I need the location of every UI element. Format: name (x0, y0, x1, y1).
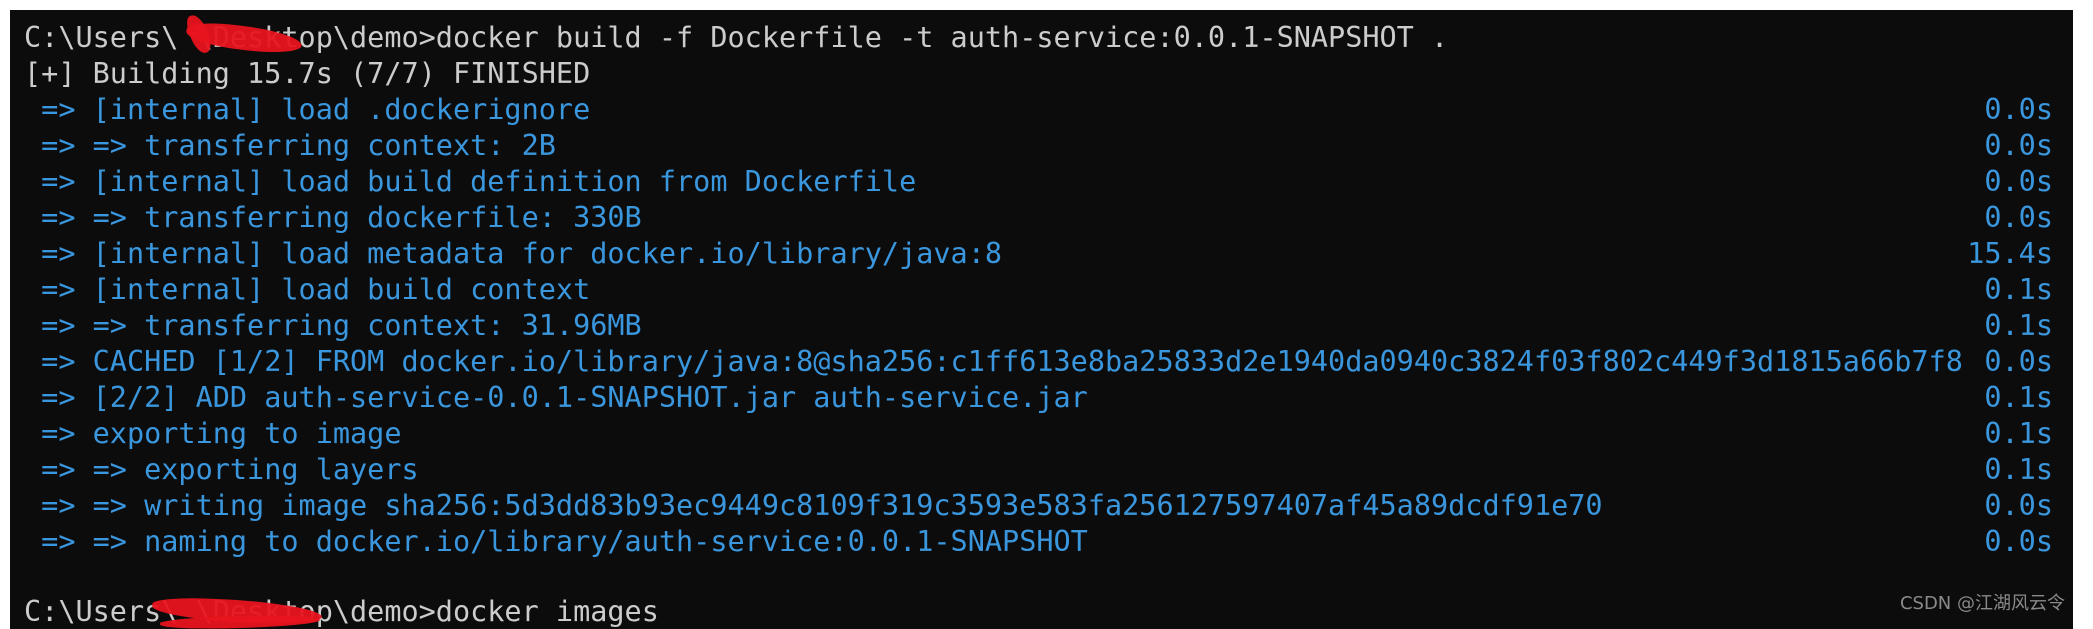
build-step: => => transferring dockerfile: 330B 0.0s (24, 200, 2053, 236)
build-step-time: 0.0s (1984, 201, 2053, 234)
build-step-time: 0.1s (1984, 381, 2053, 414)
build-step-time: 0.0s (1984, 93, 2053, 126)
build-step: => CACHED [1/2] FROM docker.io/library/j… (24, 344, 2053, 380)
build-step: => => writing image sha256:5d3dd83b93ec9… (24, 488, 2053, 524)
build-step-text: => => transferring context: 2B (24, 129, 556, 162)
build-step: => [internal] load build definition from… (24, 164, 2053, 200)
build-step-text: => [2/2] ADD auth-service-0.0.1-SNAPSHOT… (24, 381, 1088, 414)
build-step: => => transferring context: 2B 0.0s (24, 128, 2053, 164)
build-step: => exporting to image 0.1s (24, 416, 2053, 452)
build-step-time: 0.0s (1984, 345, 2053, 378)
build-step: => => exporting layers 0.1s (24, 452, 2053, 488)
build-step-time: 0.0s (1984, 129, 2053, 162)
build-step-time: 0.0s (1984, 165, 2053, 198)
watermark: CSDN @江湖风云令 (1899, 593, 2065, 614)
build-step-time: 15.4s (1967, 237, 2053, 270)
build-step-time: 0.0s (1984, 489, 2053, 522)
build-step-text: => => transferring dockerfile: 330B (24, 201, 642, 234)
build-step: => [internal] load build context 0.1s (24, 272, 2053, 308)
build-step-text: => => writing image sha256:5d3dd83b93ec9… (24, 489, 1603, 522)
build-step-text: => => transferring context: 31.96MB (24, 309, 642, 342)
build-step-time: 0.1s (1984, 273, 2053, 306)
command-line: C:\Users\ \Desktop\demo>docker build -f … (24, 21, 1449, 54)
build-step-text: => [internal] load build context (24, 273, 591, 306)
build-step-text: => => exporting layers (24, 453, 419, 486)
build-step-text: => CACHED [1/2] FROM docker.io/library/j… (24, 345, 1963, 378)
build-step-time: 0.1s (1984, 417, 2053, 450)
build-step-time: 0.0s (1984, 525, 2053, 558)
terminal-window[interactable]: C:\Users\ \Desktop\demo>docker build -f … (10, 10, 2073, 629)
build-step: => => transferring context: 31.96MB 0.1s (24, 308, 2053, 344)
build-step: => [internal] load .dockerignore 0.0s (24, 92, 2053, 128)
build-step-text: => => naming to docker.io/library/auth-s… (24, 525, 1088, 558)
window-edge (2073, 0, 2093, 629)
build-step-text: => exporting to image (24, 417, 402, 450)
build-step-text: => [internal] load metadata for docker.i… (24, 237, 1003, 270)
second-command-line: C:\Users\ \Desktop\demo>docker images (24, 595, 659, 628)
build-step-text: => [internal] load build definition from… (24, 165, 917, 198)
build-step-time: 0.1s (1984, 309, 2053, 342)
build-step-text: => [internal] load .dockerignore (24, 93, 591, 126)
build-step-time: 0.1s (1984, 453, 2053, 486)
build-step: => [internal] load metadata for docker.i… (24, 236, 2053, 272)
build-status-line: [+] Building 15.7s (7/7) FINISHED (24, 57, 591, 90)
build-step: => [2/2] ADD auth-service-0.0.1-SNAPSHOT… (24, 380, 2053, 416)
build-step: => => naming to docker.io/library/auth-s… (24, 524, 2053, 560)
